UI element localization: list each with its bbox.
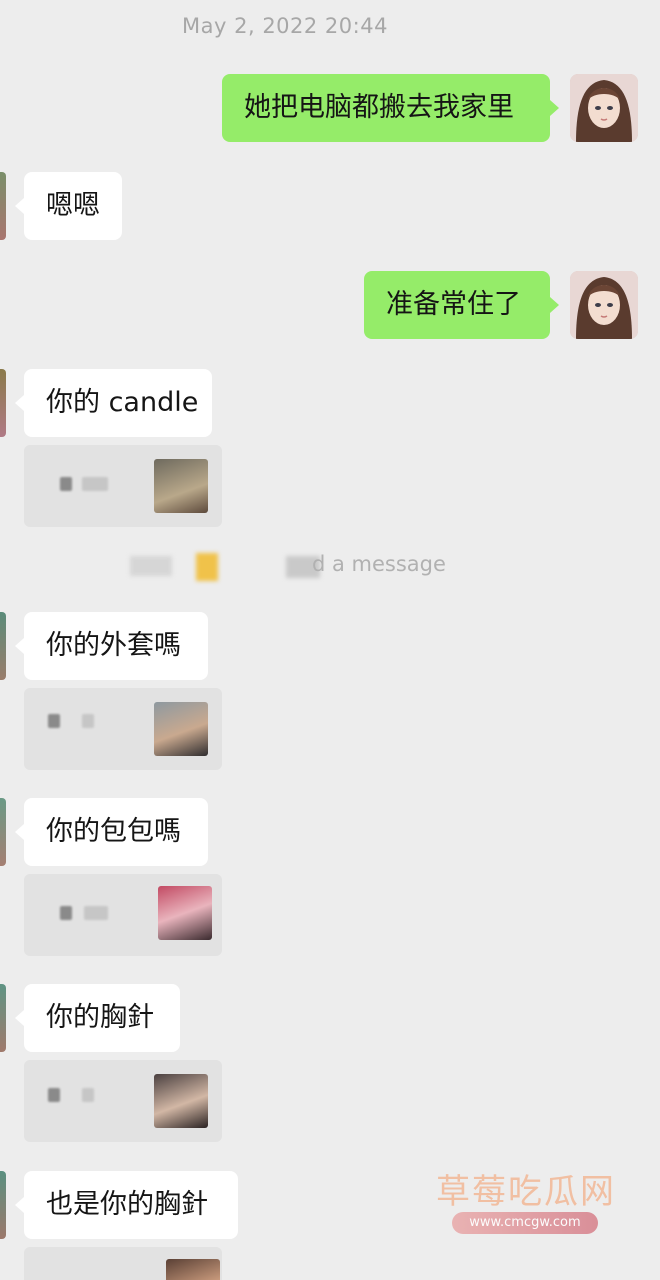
avatar-portrait [570,271,638,339]
quoted-image-thumbnail[interactable] [154,1074,208,1128]
quoted-message[interactable] [24,688,222,770]
other-avatar[interactable] [0,1171,6,1239]
bubble-tail [15,824,24,840]
redacted-text [82,714,94,728]
bubble-tail [550,100,559,116]
message-bubble-other[interactable]: 你的胸針 [24,984,180,1052]
redacted-text [60,906,72,920]
quoted-message[interactable] [24,445,222,527]
other-avatar[interactable] [0,172,6,240]
redacted-text [48,1088,60,1102]
message-bubble-other[interactable]: 你的 candle [24,369,212,437]
quoted-image-thumbnail[interactable] [154,702,208,756]
other-avatar[interactable] [0,984,6,1052]
redacted-text [84,906,108,920]
avatar-portrait [570,74,638,142]
redacted-emoji [196,553,218,581]
self-avatar[interactable] [570,74,638,142]
message-bubble-other[interactable]: 嗯嗯 [24,172,122,240]
chat-timestamp: May 2, 2022 20:44 [182,14,388,38]
other-avatar[interactable] [0,798,6,866]
redacted-text [60,477,72,491]
self-avatar[interactable] [570,271,638,339]
redacted-text [82,477,108,491]
bubble-tail [15,395,24,411]
quoted-image-thumbnail[interactable] [154,459,208,513]
other-avatar[interactable] [0,369,6,437]
bubble-tail [15,1197,24,1213]
bubble-tail [15,198,24,214]
message-bubble-other[interactable]: 你的包包嗎 [24,798,208,866]
bubble-tail [15,1010,24,1026]
redacted-name [130,556,172,576]
recalled-message-notice: d a message [312,552,446,576]
bubble-tail [550,297,559,313]
quoted-message[interactable] [24,1247,222,1280]
message-bubble-self[interactable]: 她把电脑都搬去我家里 [222,74,550,142]
redacted-text [48,714,60,728]
watermark-title: 草莓吃瓜网 [436,1172,616,1212]
other-avatar[interactable] [0,612,6,680]
bubble-tail [15,638,24,654]
quoted-image-thumbnail[interactable] [166,1259,220,1280]
message-bubble-other[interactable]: 你的外套嗎 [24,612,208,680]
redacted-text [82,1088,94,1102]
message-bubble-other[interactable]: 也是你的胸針 [24,1171,238,1239]
watermark-url: www.cmcgw.com [452,1212,598,1234]
quoted-message[interactable] [24,874,222,956]
message-bubble-self[interactable]: 准备常住了 [364,271,550,339]
quoted-image-thumbnail[interactable] [158,886,212,940]
quoted-message[interactable] [24,1060,222,1142]
